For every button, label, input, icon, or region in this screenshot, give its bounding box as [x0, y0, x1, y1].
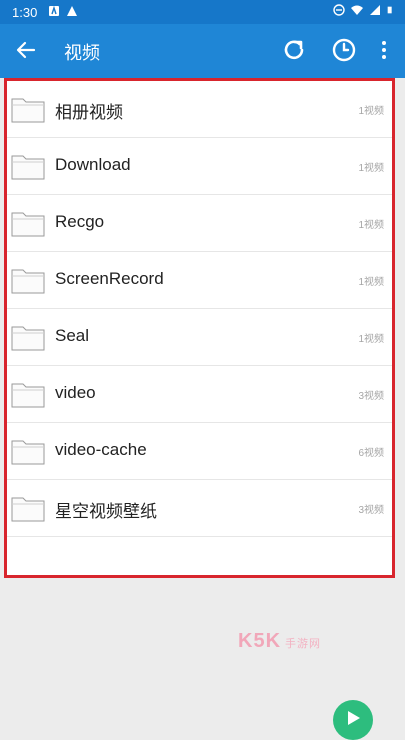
play-icon [348, 711, 360, 725]
folder-row[interactable]: Seal 1视频 [7, 309, 392, 366]
battery-icon [387, 6, 392, 14]
signal-icon [370, 5, 380, 15]
folder-row[interactable]: 星空视频壁纸 3视频 [7, 480, 392, 537]
folder-row[interactable]: Recgo 1视频 [7, 195, 392, 252]
folder-name: 星空视频壁纸 [55, 502, 157, 521]
folder-icon [11, 440, 45, 465]
folder-row[interactable]: ScreenRecord 1视频 [7, 252, 392, 309]
folder-icon [11, 497, 45, 522]
warning-icon [67, 6, 77, 16]
folder-icon [11, 383, 45, 408]
folder-icon [11, 269, 45, 294]
dnd-icon [333, 4, 345, 16]
status-time: 1:30 [12, 5, 38, 20]
empty-area [0, 578, 405, 720]
folder-row[interactable]: video-cache 6视频 [7, 423, 392, 480]
status-bar: 1:30 [0, 0, 405, 24]
notification-a-icon [49, 5, 59, 16]
folder-row[interactable]: video 3视频 [7, 366, 392, 423]
folder-count: 1视频 [358, 106, 384, 117]
folder-list: 相册视频 1视频 Download 1视频 Recgo 1视频 ScreenRe… [4, 78, 395, 578]
more-vert-icon[interactable] [376, 38, 392, 62]
folder-count: 1视频 [358, 220, 384, 231]
play-fab-button[interactable] [333, 700, 373, 740]
folder-name: video [55, 383, 96, 402]
folder-name: 相册视频 [55, 103, 123, 122]
refresh-icon[interactable] [280, 36, 308, 64]
folder-count: 3视频 [358, 391, 384, 402]
folder-icon [11, 98, 45, 123]
watermark-logo: K5K [238, 630, 282, 652]
watermark-text: 手游网 [285, 638, 322, 650]
folder-icon [11, 155, 45, 180]
folder-count: 1视频 [358, 277, 384, 288]
folder-count: 1视频 [358, 334, 384, 345]
page-title: 视频 [64, 43, 100, 63]
arrow-left-icon[interactable] [14, 38, 38, 62]
folder-name: Download [55, 155, 131, 174]
folder-count: 3视频 [358, 505, 384, 516]
clock-icon[interactable] [330, 36, 358, 64]
folder-row[interactable]: Download 1视频 [7, 138, 392, 195]
folder-name: ScreenRecord [55, 269, 164, 288]
folder-row[interactable]: 相册视频 1视频 [7, 81, 392, 138]
app-bar: 视频 [0, 24, 405, 78]
folder-icon [11, 212, 45, 237]
folder-name: video-cache [55, 440, 147, 459]
wifi-icon [351, 5, 363, 15]
folder-count: 6视频 [358, 448, 384, 459]
folder-icon [11, 326, 45, 351]
folder-count: 1视频 [358, 163, 384, 174]
folder-name: Seal [55, 326, 90, 345]
watermark: K5K 手游网 [238, 630, 321, 653]
folder-name: Recgo [55, 212, 105, 231]
